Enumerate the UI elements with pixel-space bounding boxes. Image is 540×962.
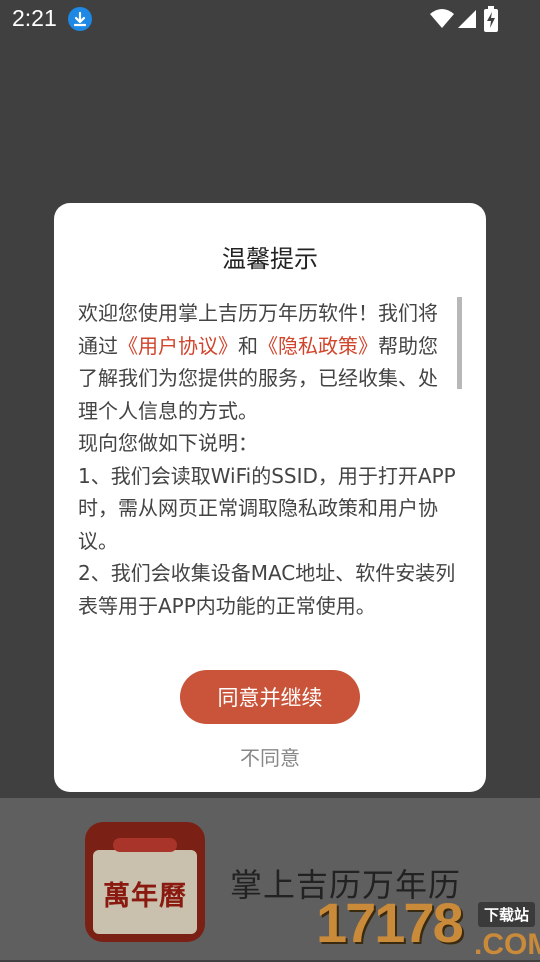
status-time: 2:21 [12, 5, 57, 31]
watermark: 17178 下载站 .COM [316, 891, 540, 961]
app-logo-text: 萬年曆 [103, 881, 187, 912]
notice-item-1: 1、我们会读取WiFi的SSID，用于打开APP时，需从网页正常调取隐私政策和用… [78, 463, 456, 553]
agree-continue-button[interactable]: 同意并继续 [180, 670, 360, 724]
dialog-body: 欢迎您使用掌上吉历万年历软件！我们将通过《用户协议》和《隐私政策》帮助您了解我们… [78, 297, 456, 637]
download-notification-icon [68, 7, 92, 31]
wifi-icon [430, 9, 454, 28]
privacy-dialog: 温馨提示 欢迎您使用掌上吉历万年历软件！我们将通过《用户协议》和《隐私政策》帮助… [54, 203, 486, 792]
notice-line: 现向您做如下说明： [78, 431, 258, 455]
dialog-scrollbar[interactable] [457, 297, 462, 389]
status-bar: 2:21 [0, 0, 540, 38]
privacy-policy-link[interactable]: 《隐私政策》 [258, 334, 378, 358]
watermark-number: 17178 [316, 891, 464, 954]
app-logo-ring [113, 838, 177, 852]
app-logo: 萬年曆 [85, 822, 205, 942]
intro-paragraph: 欢迎您使用掌上吉历万年历软件！我们将通过《用户协议》和《隐私政策》帮助您了解我们… [78, 297, 456, 427]
notice-item-2: 2、我们会收集设备MAC地址、软件安装列表等用于APP内功能的正常使用。 [78, 561, 456, 618]
signal-icon [458, 10, 476, 28]
dialog-title: 温馨提示 [222, 245, 318, 273]
watermark-domain: .COM [474, 928, 540, 961]
watermark-tag: 下载站 [478, 902, 536, 927]
user-agreement-link[interactable]: 《用户协议》 [118, 334, 238, 358]
app-logo-panel: 萬年曆 [93, 850, 197, 934]
disagree-button[interactable]: 不同意 [54, 742, 486, 771]
intro-and-text: 和 [238, 333, 258, 358]
battery-charging-icon [484, 6, 498, 32]
